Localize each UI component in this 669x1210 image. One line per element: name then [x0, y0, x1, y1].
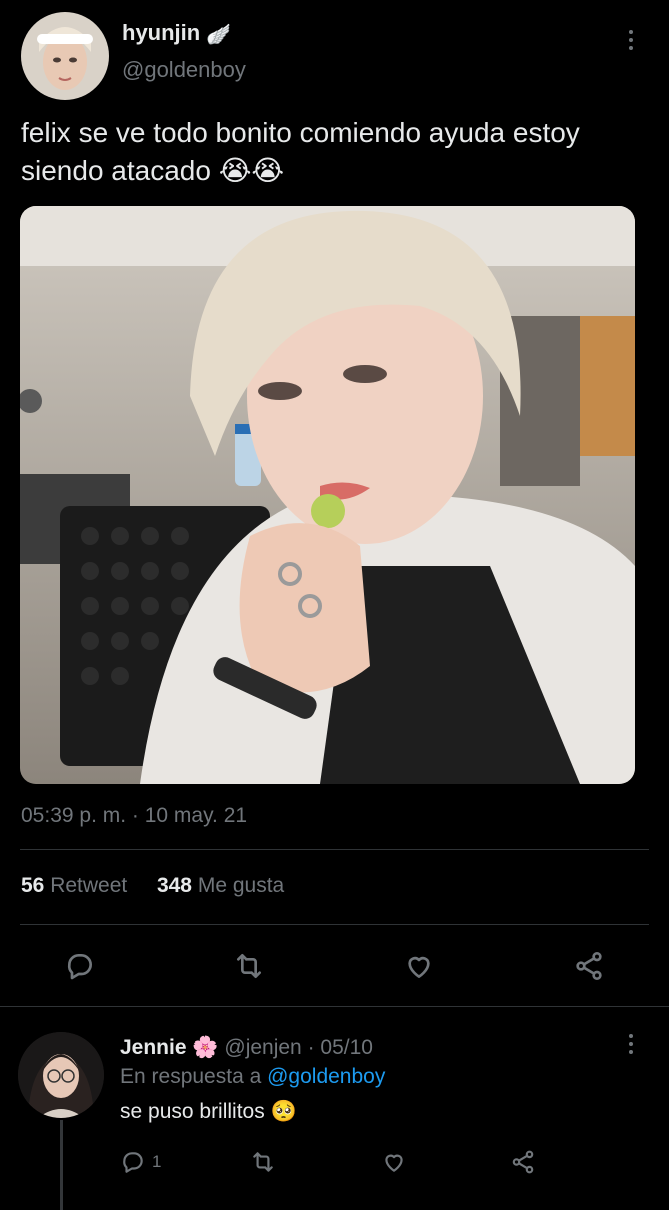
- retweet-icon: [253, 1152, 273, 1172]
- reply-header: Jennie 🌸 @jenjen · 05/10: [120, 1036, 373, 1060]
- divider: [20, 924, 649, 925]
- like-icon[interactable]: [399, 946, 439, 986]
- reply-like-button[interactable]: [381, 1146, 407, 1178]
- like-count[interactable]: 348: [157, 874, 192, 897]
- reply-text: se puso brillitos 🥺: [120, 1100, 297, 1123]
- tweet-photo[interactable]: [20, 206, 635, 784]
- tweet-text: felix se ve todo bonito comiendo ayuda e…: [21, 117, 580, 186]
- like-icon: [385, 1154, 403, 1172]
- reply-icon: [123, 1152, 143, 1173]
- reply-retweet-button[interactable]: [250, 1146, 276, 1178]
- reply-icon[interactable]: [60, 946, 100, 986]
- share-icon: [512, 1150, 534, 1174]
- like-label[interactable]: Me gusta: [198, 874, 284, 897]
- author-badge: 🪽: [206, 24, 231, 46]
- reply-reply-button[interactable]: 1: [120, 1146, 161, 1178]
- tweet-timestamp: 05:39 p. m. · 10 may. 21: [21, 804, 248, 827]
- replying-to-handle[interactable]: @goldenboy: [267, 1065, 385, 1088]
- reply-author-avatar[interactable]: [18, 1032, 104, 1118]
- retweet-count[interactable]: 56: [21, 874, 44, 897]
- tweet-stats: 56 Retweet 348 Me gusta: [21, 874, 284, 898]
- replying-to: En respuesta a @goldenboy: [120, 1065, 385, 1089]
- more-vertical-icon[interactable]: [616, 30, 646, 54]
- replying-to-prefix: En respuesta a: [120, 1065, 262, 1088]
- share-icon[interactable]: [569, 946, 609, 986]
- reply-author-badge: 🌸: [192, 1036, 219, 1059]
- author-avatar[interactable]: [21, 12, 109, 100]
- reply-count: 1: [152, 1152, 162, 1171]
- author-handle[interactable]: @goldenboy: [122, 57, 246, 83]
- author-name[interactable]: hyunjin: [122, 20, 200, 46]
- reply-author-name[interactable]: Jennie: [120, 1036, 187, 1059]
- reply-handle-date[interactable]: @jenjen · 05/10: [224, 1036, 373, 1059]
- divider: [20, 849, 649, 850]
- thread-line: [60, 1120, 63, 1210]
- retweet-label[interactable]: Retweet: [50, 874, 127, 897]
- divider: [0, 1006, 669, 1007]
- more-vertical-icon[interactable]: [616, 1034, 646, 1058]
- reply-share-button[interactable]: [510, 1146, 536, 1178]
- retweet-icon[interactable]: [229, 946, 269, 986]
